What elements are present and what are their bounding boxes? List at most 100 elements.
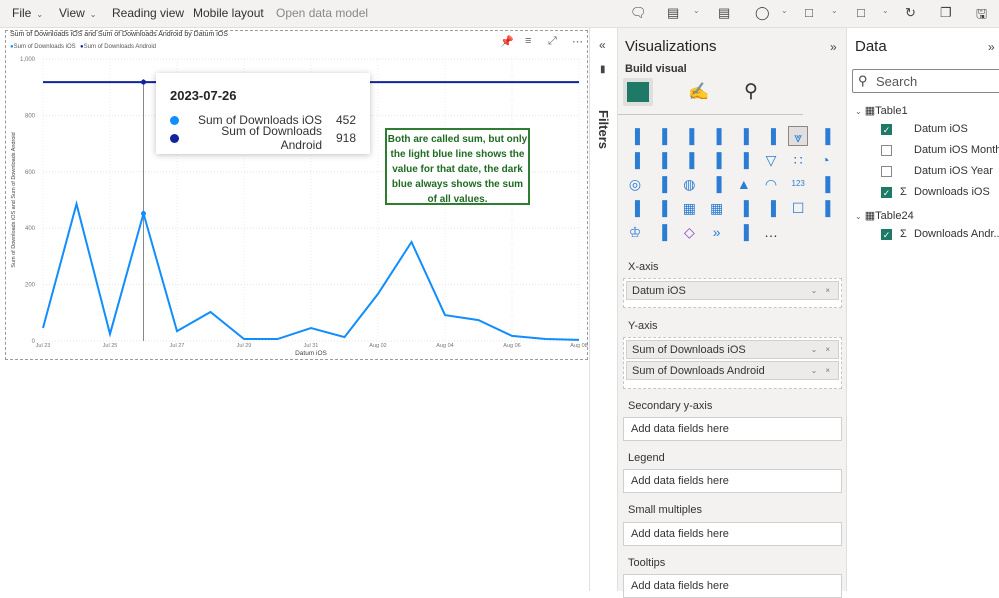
file-menu[interactable]: File ⌄ [12, 6, 43, 20]
area-chart-icon[interactable]: ▐ [815, 126, 835, 146]
view-menu[interactable]: View ⌄ [59, 6, 97, 20]
small-multiples-dropzone[interactable]: Add data fields here [623, 522, 842, 546]
line-chart-visual[interactable]: Sum of Downloads iOS and Sum of Download… [5, 30, 588, 360]
field-item[interactable]: Datum iOS [914, 123, 968, 135]
chevron-down-icon[interactable]: ⌄ [855, 107, 862, 116]
matrix-icon[interactable]: ▦ [707, 198, 727, 218]
pie-icon[interactable]: ◔ [815, 150, 835, 170]
clustered-column-icon[interactable]: ▐ [707, 126, 727, 146]
remove-icon[interactable]: × [825, 345, 830, 354]
line-stacked-column-icon[interactable]: ▐ [652, 150, 672, 170]
trophy-icon[interactable]: ♔ [625, 222, 645, 242]
field-item[interactable]: Downloads iOS [914, 186, 990, 198]
narrative-icon[interactable]: ▐ [815, 198, 835, 218]
field-checkbox[interactable]: ✓ [881, 124, 892, 135]
waterfall-icon[interactable]: ▐ [734, 150, 754, 170]
remove-icon[interactable]: × [825, 286, 830, 295]
stacked-column-icon[interactable]: ▐ [652, 126, 672, 146]
format-visual-icon[interactable]: ✍ [688, 82, 709, 102]
visual-icon[interactable]: □ [805, 5, 813, 20]
build-visual-tab[interactable] [623, 78, 653, 106]
search-input[interactable]: ⚲ Search [852, 69, 999, 93]
mobile-layout-button[interactable]: Mobile layout [193, 6, 264, 20]
field-item[interactable]: Downloads Andr... [914, 228, 999, 240]
chevron-down-icon[interactable]: ⌄ [693, 6, 700, 15]
field-item[interactable]: Datum iOS Year [914, 165, 993, 177]
tooltips-label: Tooltips [628, 557, 666, 569]
chevron-down-icon[interactable]: ⌄ [811, 286, 818, 295]
filled-map-icon[interactable]: ▐ [707, 174, 727, 194]
chevron-down-icon[interactable]: ⌄ [811, 345, 818, 354]
annotation-textbox[interactable]: Both are called sum, but only the light … [385, 128, 530, 205]
reading-view-button[interactable]: Reading view [112, 6, 184, 20]
gauge-icon[interactable]: ◠ [761, 174, 781, 194]
table-node[interactable]: ⌄ ▦Table24 [855, 209, 914, 222]
100-column-icon[interactable]: ▐ [761, 126, 781, 146]
collapse-icon[interactable]: » [830, 40, 837, 54]
decomposition-tree-icon[interactable]: ▐ [734, 198, 754, 218]
chevron-down-icon[interactable]: ⌄ [831, 6, 838, 15]
notes-icon[interactable]: ▤ [718, 5, 730, 21]
refresh-icon[interactable]: ↻ [905, 5, 916, 21]
field-checkbox[interactable] [881, 166, 892, 177]
table-node[interactable]: ⌄ ▦Table1 [855, 104, 908, 117]
power-automate-icon[interactable]: » [707, 222, 727, 242]
funnel-icon[interactable]: ▽ [761, 150, 781, 170]
secondary-y-axis-dropzone[interactable]: Add data fields here [623, 417, 842, 441]
comment-icon[interactable]: 🗨 [630, 5, 647, 21]
legend-dropzone[interactable]: Add data fields here [623, 469, 842, 493]
copilot-icon[interactable]: ▤ [667, 5, 679, 21]
table-icon[interactable]: ▦ [679, 198, 699, 218]
analytics-icon[interactable]: ⚲ [744, 80, 758, 103]
qa-icon[interactable]: ☐ [788, 198, 808, 218]
field-pill-android[interactable]: Sum of Downloads Android ⌄ × [626, 361, 839, 380]
page-icon[interactable]: □ [857, 5, 865, 20]
shapes-icon[interactable]: ◯ [755, 5, 770, 21]
field-item[interactable]: Datum iOS Month [914, 144, 999, 156]
field-pill-datum-ios[interactable]: Datum iOS ⌄ × [626, 281, 839, 300]
chevron-down-icon[interactable]: ⌄ [781, 6, 788, 15]
fields-icon [627, 82, 649, 102]
clustered-bar-icon[interactable]: ▐ [679, 126, 699, 146]
view-label: View [59, 6, 85, 20]
ribbon-icon[interactable]: ▐ [707, 150, 727, 170]
multirow-card-icon[interactable]: ▐ [815, 174, 835, 194]
slicer-icon[interactable]: ▐ [652, 198, 672, 218]
more-icon[interactable]: … [761, 222, 781, 242]
open-data-model-button[interactable]: Open data model [276, 6, 368, 20]
y-axis-well[interactable]: Sum of Downloads iOS ⌄ × Sum of Downloads … [623, 337, 842, 389]
kpi-icon[interactable]: ▐ [625, 198, 645, 218]
expand-icon[interactable]: « [599, 38, 606, 52]
stacked-area-icon[interactable]: ▐ [625, 150, 645, 170]
y-tick-label: 1,000 [20, 57, 36, 63]
azure-map-icon[interactable]: ▲ [734, 174, 754, 194]
chevron-down-icon[interactable]: ⌄ [882, 6, 889, 15]
paginated-report-icon[interactable]: ▐ [652, 222, 672, 242]
card-icon[interactable]: 123 [788, 174, 808, 194]
filters-pane-collapsed[interactable]: « ▮ Filters [590, 28, 618, 591]
copy-icon[interactable]: ❐ [940, 5, 952, 21]
collapse-icon[interactable]: » [988, 40, 995, 54]
line-chart-icon[interactable]: ⩔ [788, 126, 809, 146]
100-bar-icon[interactable]: ▐ [734, 126, 754, 146]
chevron-down-icon[interactable]: ⌄ [811, 366, 818, 375]
map-icon[interactable]: ◍ [679, 174, 699, 194]
remove-icon[interactable]: × [825, 366, 830, 375]
donut-icon[interactable]: ◎ [625, 174, 645, 194]
tooltips-dropzone[interactable]: Add data fields here [623, 574, 842, 598]
field-checkbox[interactable] [881, 145, 892, 156]
treemap-icon[interactable]: ▐ [652, 174, 672, 194]
key-influencers-icon[interactable]: ▐ [761, 198, 781, 218]
secondary-y-axis-label: Secondary y-axis [628, 400, 713, 412]
field-checkbox[interactable]: ✓ [881, 187, 892, 198]
scatter-icon[interactable]: ∷ [788, 150, 808, 170]
stacked-bar-icon[interactable]: ▐ [625, 126, 645, 146]
save-icon[interactable]: 🖫 [976, 5, 987, 27]
chevron-down-icon[interactable]: ⌄ [855, 212, 862, 221]
x-axis-well[interactable]: Datum iOS ⌄ × [623, 278, 842, 308]
power-apps-icon[interactable]: ◇ [679, 222, 699, 242]
python-icon[interactable]: ▐ [734, 222, 754, 242]
field-pill-ios[interactable]: Sum of Downloads iOS ⌄ × [626, 340, 839, 359]
line-clustered-column-icon[interactable]: ▐ [679, 150, 699, 170]
field-checkbox[interactable]: ✓ [881, 229, 892, 240]
